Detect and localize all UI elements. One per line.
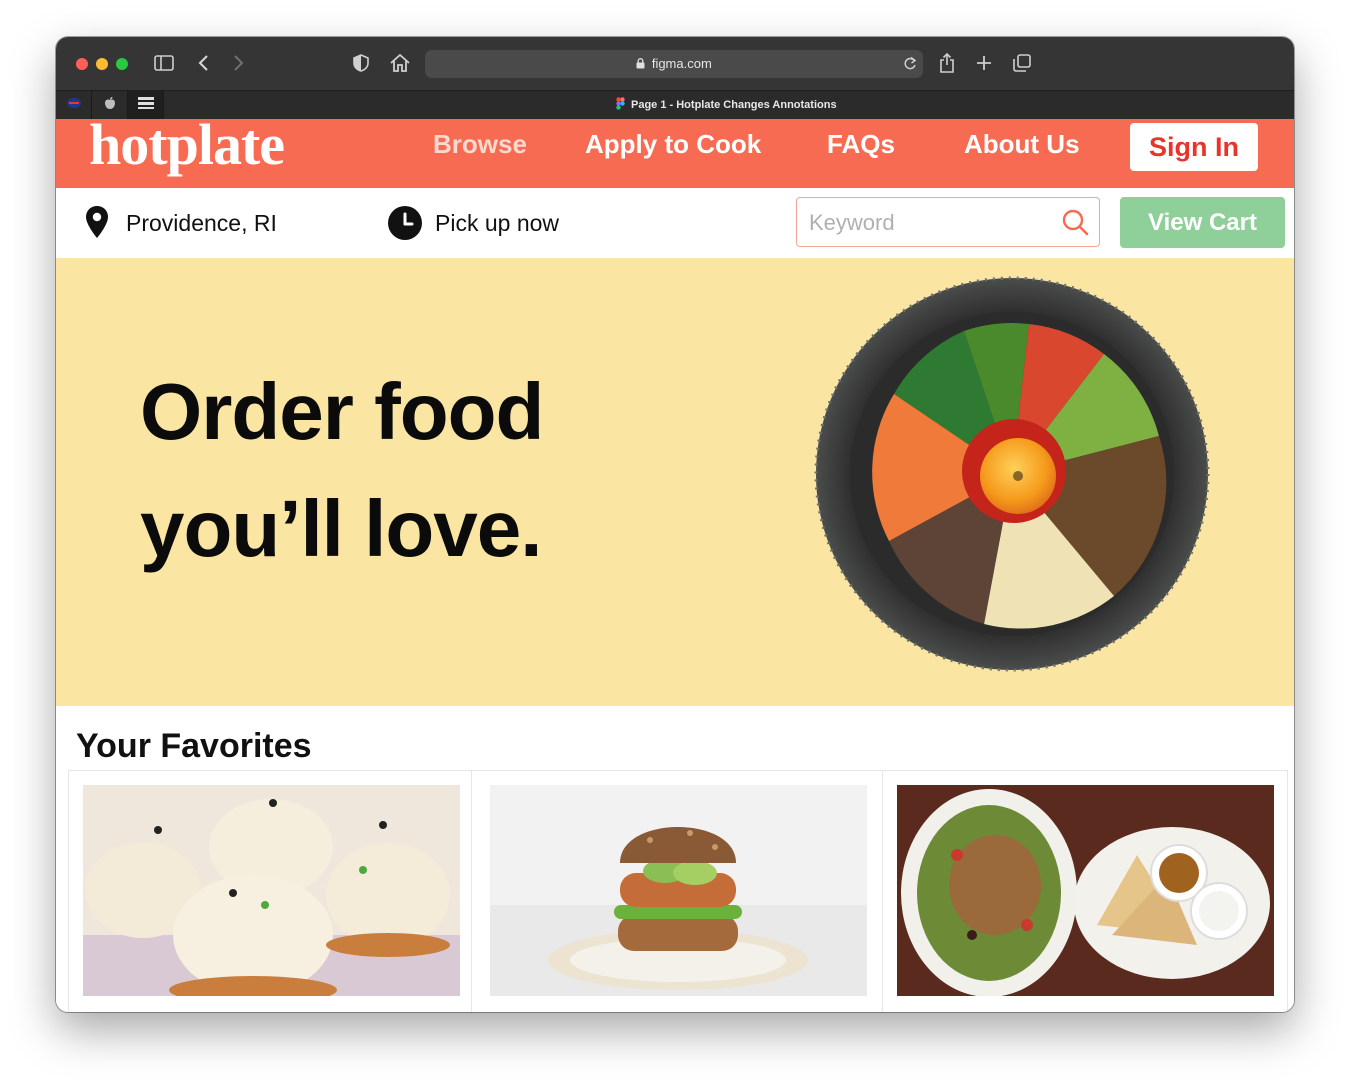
soup-dumplings-image — [83, 785, 460, 996]
privacy-shield-icon[interactable] — [350, 52, 372, 74]
url-label: figma.com — [651, 56, 712, 71]
figma-favicon-icon — [616, 97, 625, 113]
address-bar[interactable]: figma.com — [425, 50, 923, 78]
close-window-button[interactable] — [76, 58, 88, 70]
active-tab[interactable]: Page 1 - Hotplate Changes Annotations — [616, 97, 837, 113]
zoom-window-button[interactable] — [116, 58, 128, 70]
nav-link-about-us[interactable]: About Us — [964, 129, 1080, 160]
stack-favicon-icon — [137, 95, 155, 116]
pinned-tab-3[interactable] — [128, 91, 164, 119]
bibimbap-bowl-image — [814, 276, 1210, 672]
minimize-window-button[interactable] — [96, 58, 108, 70]
site-header: hotplate Browse Apply to Cook FAQs About… — [56, 119, 1294, 188]
hero-headline-line-2: you’ll love. — [140, 484, 542, 573]
share-icon[interactable] — [936, 52, 958, 74]
search-box — [796, 197, 1100, 247]
lock-icon — [636, 56, 652, 71]
view-cart-button[interactable]: View Cart — [1120, 197, 1285, 248]
filter-bar: Providence, RI Pick up now View Cart — [56, 188, 1294, 258]
url-text: figma.com — [425, 56, 923, 71]
veggie-burger-image — [490, 785, 867, 996]
home-icon[interactable] — [389, 52, 411, 74]
browser-window: figma.com Page 1 - Hotplate Changes Anno… — [56, 37, 1294, 1012]
hero-headline-line-1: Order food — [140, 367, 544, 456]
favorites-heading: Your Favorites — [76, 727, 312, 765]
nasa-favicon-icon — [66, 96, 82, 114]
location-pin-icon — [84, 205, 110, 244]
new-tab-icon[interactable] — [973, 52, 995, 74]
browser-toolbar: figma.com — [56, 37, 1294, 90]
forward-arrow-icon[interactable] — [227, 52, 249, 74]
pickup-time-selector[interactable]: Pick up now — [435, 210, 559, 237]
favorite-card-2[interactable] — [471, 771, 883, 1012]
favorite-card-1[interactable] — [68, 771, 472, 1012]
location-selector[interactable]: Providence, RI — [126, 210, 277, 237]
search-input[interactable] — [807, 206, 1051, 240]
nav-link-browse[interactable]: Browse — [433, 129, 527, 160]
tab-title-label: Page 1 - Hotplate Changes Annotations — [631, 99, 837, 111]
pinned-tab-1[interactable] — [56, 91, 92, 119]
sign-in-button[interactable]: Sign In — [1130, 123, 1258, 171]
clock-icon — [387, 205, 423, 246]
nav-link-faqs[interactable]: FAQs — [827, 129, 895, 160]
favorite-card-3[interactable] — [882, 771, 1288, 1012]
favorites-list — [68, 770, 1288, 1012]
nav-link-apply-to-cook[interactable]: Apply to Cook — [585, 129, 761, 160]
chicken-salad-pita-image — [897, 785, 1274, 996]
pinned-tab-2[interactable] — [92, 91, 128, 119]
sidebar-toggle-icon[interactable] — [153, 52, 175, 74]
site-logo[interactable]: hotplate — [89, 119, 285, 178]
apple-logo-icon — [104, 96, 116, 115]
webpage: hotplate Browse Apply to Cook FAQs About… — [56, 119, 1294, 1012]
reload-icon[interactable] — [903, 56, 917, 76]
tab-overview-icon[interactable] — [1011, 52, 1033, 74]
search-icon[interactable] — [1062, 209, 1089, 241]
back-arrow-icon[interactable] — [193, 52, 215, 74]
hero-banner: Order food you’ll love. — [56, 258, 1294, 706]
